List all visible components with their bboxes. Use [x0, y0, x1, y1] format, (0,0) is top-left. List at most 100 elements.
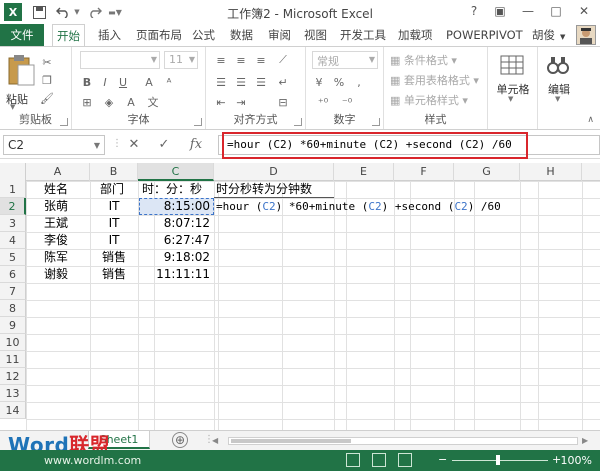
- close-button[interactable]: ✕: [570, 0, 598, 22]
- increase-indent-icon[interactable]: ⇥: [234, 95, 248, 109]
- align-middle-icon[interactable]: ≡: [234, 53, 248, 67]
- cell-a4[interactable]: 李俊: [42, 232, 90, 249]
- scroll-right-icon[interactable]: ▶: [582, 436, 594, 446]
- collapse-ribbon-icon[interactable]: ∧: [587, 115, 594, 125]
- cell-a1[interactable]: 姓名: [42, 181, 90, 198]
- cells-dropdown-icon[interactable]: ▼: [508, 95, 513, 103]
- row-header-3[interactable]: 3: [0, 215, 26, 232]
- column-header-g[interactable]: G: [454, 163, 520, 181]
- page-layout-view-icon[interactable]: [372, 453, 386, 467]
- row-header-11[interactable]: 11: [0, 351, 26, 368]
- cells-icon[interactable]: [500, 53, 524, 77]
- font-size-select[interactable]: 11 ▼: [164, 51, 198, 69]
- minimize-button[interactable]: —: [514, 0, 542, 22]
- tab-powerpivot[interactable]: POWERPIVOT: [442, 24, 527, 46]
- format-as-table-button[interactable]: ▦ 套用表格格式 ▾: [390, 72, 479, 88]
- align-left-icon[interactable]: ☰: [214, 75, 228, 89]
- paste-dropdown-icon[interactable]: ▼: [10, 103, 15, 111]
- tab-review[interactable]: 审阅: [264, 24, 295, 46]
- decrease-indent-icon[interactable]: ⇤: [214, 95, 228, 109]
- column-header-h[interactable]: H: [520, 163, 582, 181]
- bold-button[interactable]: B: [80, 75, 94, 89]
- normal-view-icon[interactable]: [346, 453, 360, 467]
- orientation-icon[interactable]: ⟋: [276, 53, 290, 67]
- cell-b2[interactable]: IT: [90, 198, 138, 215]
- horizontal-scrollbar[interactable]: [228, 437, 578, 445]
- row-header-10[interactable]: 10: [0, 334, 26, 351]
- row-header-2[interactable]: 2: [0, 198, 26, 215]
- editing-dropdown-icon[interactable]: ▼: [555, 95, 560, 103]
- font-launcher-icon[interactable]: [194, 118, 202, 126]
- row-header-13[interactable]: 13: [0, 385, 26, 402]
- cell-c4[interactable]: 6:27:47: [138, 232, 214, 249]
- fill-color-icon[interactable]: ◈: [102, 95, 116, 109]
- currency-icon[interactable]: ¥: [312, 75, 326, 89]
- tab-page-layout[interactable]: 页面布局: [132, 24, 186, 46]
- row-header-6[interactable]: 6: [0, 266, 26, 283]
- row-header-9[interactable]: 9: [0, 317, 26, 334]
- cell-d2-editing[interactable]: =hour (C2) *60+minute (C2) +second (C2) …: [214, 198, 600, 215]
- borders-icon[interactable]: ⊞: [80, 95, 94, 109]
- cell-c6[interactable]: 11:11:11: [138, 266, 214, 283]
- scroll-left-icon[interactable]: ◀: [212, 436, 224, 446]
- increase-decimal-icon[interactable]: ⁺⁰: [316, 95, 330, 109]
- column-header-e[interactable]: E: [334, 163, 394, 181]
- worksheet-grid[interactable]: A B C D E F G H 1 2 3 4 5 6 7 8 9 10 11 …: [0, 163, 600, 430]
- tab-developer[interactable]: 开发工具: [336, 24, 390, 46]
- row-header-1[interactable]: 1: [0, 181, 26, 198]
- tab-data[interactable]: 数据: [226, 24, 257, 46]
- column-header-f[interactable]: F: [394, 163, 454, 181]
- phonetic-button[interactable]: 文: [146, 95, 160, 109]
- tab-insert[interactable]: 插入: [94, 24, 125, 46]
- cell-c3[interactable]: 8:07:12: [138, 215, 214, 232]
- user-name[interactable]: 胡俊: [528, 24, 559, 46]
- name-box[interactable]: C2 ▼: [3, 135, 105, 155]
- column-header-b[interactable]: B: [90, 163, 138, 181]
- font-name-select[interactable]: ▼: [80, 51, 160, 69]
- font-color-button[interactable]: A: [124, 95, 138, 109]
- paste-icon[interactable]: [6, 53, 36, 87]
- number-launcher-icon[interactable]: [372, 118, 380, 126]
- page-break-view-icon[interactable]: [398, 453, 412, 467]
- binoculars-icon[interactable]: [546, 53, 570, 77]
- wrap-text-icon[interactable]: ↵: [276, 75, 290, 89]
- row-header-7[interactable]: 7: [0, 283, 26, 300]
- cell-c2[interactable]: 8:15:00: [138, 198, 214, 215]
- tab-addins[interactable]: 加载项: [394, 24, 437, 46]
- format-painter-icon[interactable]: 🖌: [40, 91, 54, 105]
- align-top-icon[interactable]: ≡: [214, 53, 228, 67]
- alignment-launcher-icon[interactable]: [294, 118, 302, 126]
- zoom-out-icon[interactable]: −: [438, 453, 447, 466]
- font-shrink-icon[interactable]: ᴬ: [162, 75, 176, 89]
- column-header-a[interactable]: A: [26, 163, 90, 181]
- percent-button[interactable]: %: [332, 75, 346, 89]
- avatar[interactable]: [576, 25, 596, 45]
- tab-home[interactable]: 开始: [52, 24, 85, 46]
- select-all-corner[interactable]: [0, 163, 26, 181]
- copy-icon[interactable]: ❐: [40, 73, 54, 87]
- cell-a5[interactable]: 陈军: [42, 249, 90, 266]
- cell-c1[interactable]: 时：分：秒: [140, 181, 216, 198]
- ribbon-display-button[interactable]: ▣: [486, 0, 514, 22]
- add-sheet-button[interactable]: ⊕: [172, 432, 188, 448]
- horizontal-scroll-thumb[interactable]: [231, 439, 351, 443]
- font-grow-button[interactable]: A: [142, 75, 156, 89]
- italic-button[interactable]: I: [98, 75, 112, 89]
- cancel-entry-button[interactable]: ✕: [124, 136, 144, 154]
- cell-a3[interactable]: 王斌: [42, 215, 90, 232]
- cell-b5[interactable]: 销售: [90, 249, 138, 266]
- decrease-decimal-icon[interactable]: ⁻⁰: [340, 95, 354, 109]
- cell-b6[interactable]: 销售: [90, 266, 138, 283]
- cell-c5[interactable]: 9:18:02: [138, 249, 214, 266]
- name-box-dropdown-icon[interactable]: ▼: [94, 137, 100, 155]
- comma-button[interactable]: ,: [352, 75, 366, 89]
- cut-icon[interactable]: ✂: [40, 55, 54, 69]
- zoom-slider[interactable]: [452, 460, 548, 461]
- align-center-icon[interactable]: ☰: [234, 75, 248, 89]
- row-header-12[interactable]: 12: [0, 368, 26, 385]
- tab-view[interactable]: 视图: [300, 24, 331, 46]
- tab-file[interactable]: 文件: [0, 24, 44, 46]
- row-header-4[interactable]: 4: [0, 232, 26, 249]
- align-right-icon[interactable]: ☰: [254, 75, 268, 89]
- cell-a2[interactable]: 张萌: [42, 198, 90, 215]
